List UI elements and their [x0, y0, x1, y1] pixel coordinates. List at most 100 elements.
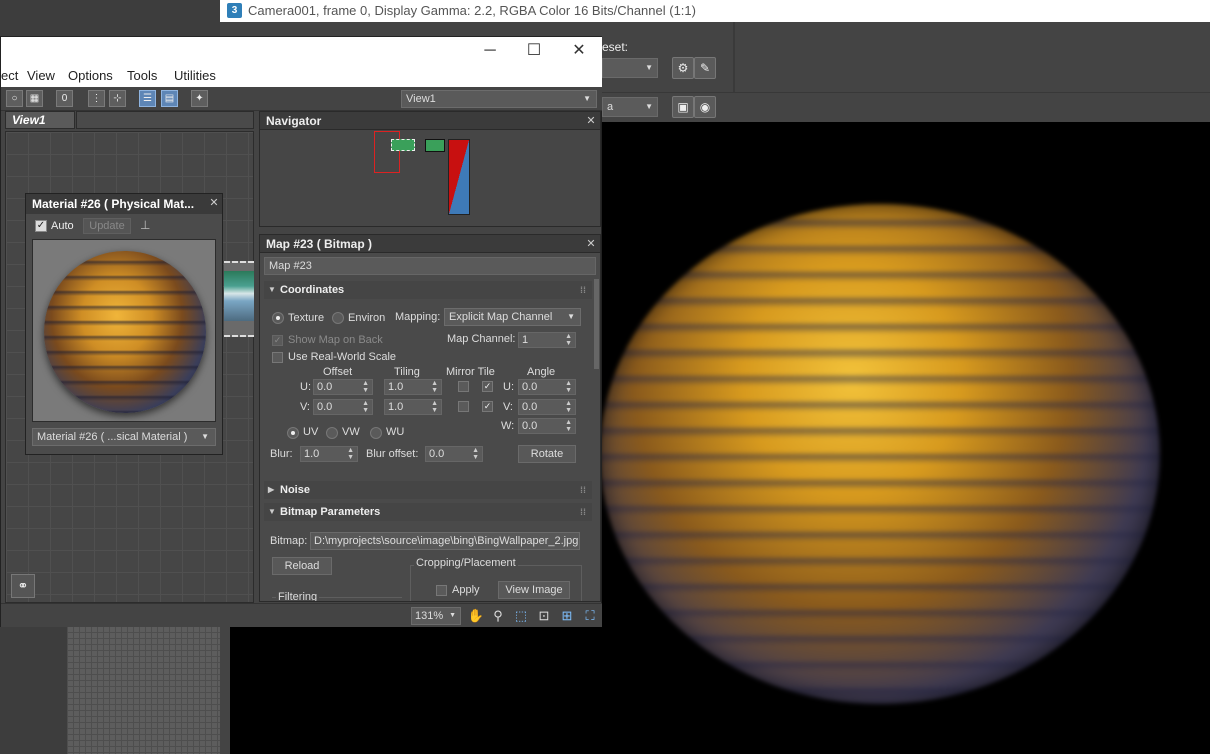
- navigator-bitmap-thumbnail: [448, 139, 470, 215]
- background-grid-view: [67, 626, 220, 754]
- navigator-node-thumbnail: [425, 139, 445, 152]
- preset-dropdown[interactable]: ▼: [602, 58, 658, 78]
- mirror-tile-header: Mirror Tile: [446, 366, 495, 378]
- show-node-icon[interactable]: ▤: [161, 90, 178, 107]
- uv-label: UV: [303, 426, 319, 438]
- zoom-extents-selected-icon[interactable]: ⊞: [558, 607, 576, 625]
- close-icon[interactable]: ✕: [208, 196, 220, 210]
- preview-sphere: [44, 251, 206, 413]
- material-select-dropdown[interactable]: Material #26 ( ...sical Material ) ▼: [32, 428, 216, 446]
- mirror-u-checkbox[interactable]: [458, 381, 469, 392]
- scrollbar[interactable]: [594, 279, 599, 369]
- maximize-icon[interactable]: ☐: [511, 37, 557, 65]
- select-tool-icon[interactable]: ○: [6, 90, 23, 107]
- menu-item-tools[interactable]: Tools: [127, 68, 157, 83]
- pin-icon[interactable]: ⊥: [140, 218, 152, 234]
- apply-checkbox[interactable]: [436, 585, 447, 596]
- wu-radio[interactable]: [370, 427, 382, 439]
- bitmap-path-label: Bitmap:: [270, 535, 308, 547]
- material-node[interactable]: Material #26 ( Physical Mat... ✕ ✓ Auto …: [25, 193, 223, 455]
- show-parameters-icon[interactable]: ☰: [139, 90, 156, 107]
- edit-pencil-icon[interactable]: ✎: [694, 57, 716, 79]
- app-icon: 3: [227, 3, 242, 18]
- filtering-label: Filtering: [276, 591, 320, 602]
- angle-u-label: U:: [503, 381, 514, 393]
- view-dropdown[interactable]: View1 ▼: [401, 90, 597, 108]
- close-icon[interactable]: ✕: [556, 37, 602, 65]
- offset-u-spinner[interactable]: 0.0 ▲ ▼: [313, 379, 373, 395]
- menu-item-select[interactable]: ect: [1, 68, 18, 83]
- map-name-field[interactable]: Map #23: [264, 257, 596, 275]
- mirror-v-checkbox[interactable]: [458, 401, 469, 412]
- collapse-triangle-icon: ▼: [268, 285, 276, 294]
- angle-u-spinner[interactable]: 0.0 ▲ ▼: [518, 379, 576, 395]
- rollout-bitmap-parameters[interactable]: ▼ Bitmap Parameters ⁞⁞: [264, 503, 592, 521]
- uv-radio[interactable]: [287, 427, 299, 439]
- maximize-view-icon[interactable]: ⛶: [581, 607, 599, 625]
- render-window-titlebar[interactable]: 3 Camera001, frame 0, Display Gamma: 2.2…: [220, 0, 1210, 22]
- material-id-icon[interactable]: 0: [56, 90, 73, 107]
- zoom-extents-icon[interactable]: ⊡: [535, 607, 553, 625]
- blur-spinner[interactable]: 1.0 ▲ ▼: [300, 446, 358, 462]
- tile-u-checkbox[interactable]: ✓: [482, 381, 493, 392]
- menu-item-view[interactable]: View: [27, 68, 55, 83]
- reload-button[interactable]: Reload: [272, 557, 332, 575]
- zoom-icon[interactable]: ⚲: [489, 607, 507, 625]
- material-preview: [32, 239, 216, 422]
- rollout-noise[interactable]: ▶ Noise ⁞⁞: [264, 481, 592, 499]
- layout-children-icon[interactable]: ⋮: [88, 90, 105, 107]
- use-real-world-scale-checkbox[interactable]: [272, 352, 283, 363]
- close-icon[interactable]: ✕: [585, 114, 597, 128]
- view-eye-icon[interactable]: ◉: [694, 96, 716, 118]
- rollout-coordinates[interactable]: ▼ Coordinates ⁞⁞: [264, 281, 592, 299]
- vw-label: VW: [342, 426, 360, 438]
- close-icon[interactable]: ✕: [585, 237, 597, 251]
- bitmap-node-partial[interactable]: [224, 261, 254, 337]
- binoculars-icon[interactable]: ⚭: [11, 574, 35, 598]
- map-channel-spinner[interactable]: 1 ▲ ▼: [518, 332, 576, 348]
- vw-radio[interactable]: [326, 427, 338, 439]
- tab-view1[interactable]: View1: [5, 111, 75, 129]
- material-map-navigator-icon[interactable]: ✦: [191, 90, 208, 107]
- show-map-on-back-checkbox[interactable]: ✓: [272, 335, 283, 346]
- minimize-icon[interactable]: ─: [467, 37, 513, 65]
- blur-offset-label: Blur offset:: [366, 448, 419, 460]
- pan-hand-icon[interactable]: ✋: [467, 607, 485, 625]
- tiling-header: Tiling: [394, 366, 420, 378]
- checker-background-icon[interactable]: ▦: [26, 90, 43, 107]
- display-icon[interactable]: ▣: [672, 96, 694, 118]
- mapping-dropdown[interactable]: Explicit Map Channel ▼: [444, 308, 581, 326]
- update-button[interactable]: Update: [83, 218, 131, 234]
- blur-offset-spinner[interactable]: 0.0 ▲ ▼: [425, 446, 483, 462]
- auto-checkbox[interactable]: ✓: [35, 220, 47, 232]
- channel-dropdown[interactable]: a ▼: [602, 97, 658, 117]
- tiling-u-spinner[interactable]: 1.0 ▲ ▼: [384, 379, 442, 395]
- rotate-button[interactable]: Rotate: [518, 445, 576, 463]
- tiling-v-spinner[interactable]: 1.0 ▲ ▼: [384, 399, 442, 415]
- editor-titlebar[interactable]: ─ ☐ ✕: [1, 37, 602, 65]
- render-window-title: Camera001, frame 0, Display Gamma: 2.2, …: [248, 3, 696, 18]
- offset-v-spinner[interactable]: 0.0 ▲ ▼: [313, 399, 373, 415]
- navigator-viewport-rect[interactable]: [374, 131, 400, 173]
- zoom-region-icon[interactable]: ⬚: [512, 607, 530, 625]
- tile-v-checkbox[interactable]: ✓: [482, 401, 493, 412]
- bitmap-path-button[interactable]: D:\myprojects\source\image\bing\BingWall…: [310, 532, 580, 550]
- angle-w-spinner[interactable]: 0.0 ▲ ▼: [518, 418, 576, 434]
- slate-material-editor-window: ─ ☐ ✕ ect View Options Tools Utilities ○…: [0, 36, 602, 627]
- menu-item-options[interactable]: Options: [68, 68, 113, 83]
- environ-radio[interactable]: [332, 312, 344, 324]
- preset-label: eset:: [602, 40, 629, 54]
- menu-item-utilities[interactable]: Utilities: [174, 68, 216, 83]
- navigator-node-thumbnail: [391, 139, 415, 151]
- layout-all-icon[interactable]: ⊹: [109, 90, 126, 107]
- environment-settings-icon[interactable]: ⚙: [672, 57, 694, 79]
- angle-v-spinner[interactable]: 0.0 ▲ ▼: [518, 399, 576, 415]
- view-image-button[interactable]: View Image: [498, 581, 570, 599]
- zoom-dropdown[interactable]: 131% ▼: [411, 607, 461, 625]
- texture-radio[interactable]: [272, 312, 284, 324]
- map-parameters-panel: Map #23 ( Bitmap ) ✕ Map #23 ▼ Coordinat…: [259, 234, 601, 602]
- collapse-triangle-icon: ▼: [268, 507, 276, 516]
- environ-label: Environ: [348, 312, 386, 324]
- texture-label: Texture: [288, 312, 325, 324]
- expand-triangle-icon: ▶: [268, 485, 275, 494]
